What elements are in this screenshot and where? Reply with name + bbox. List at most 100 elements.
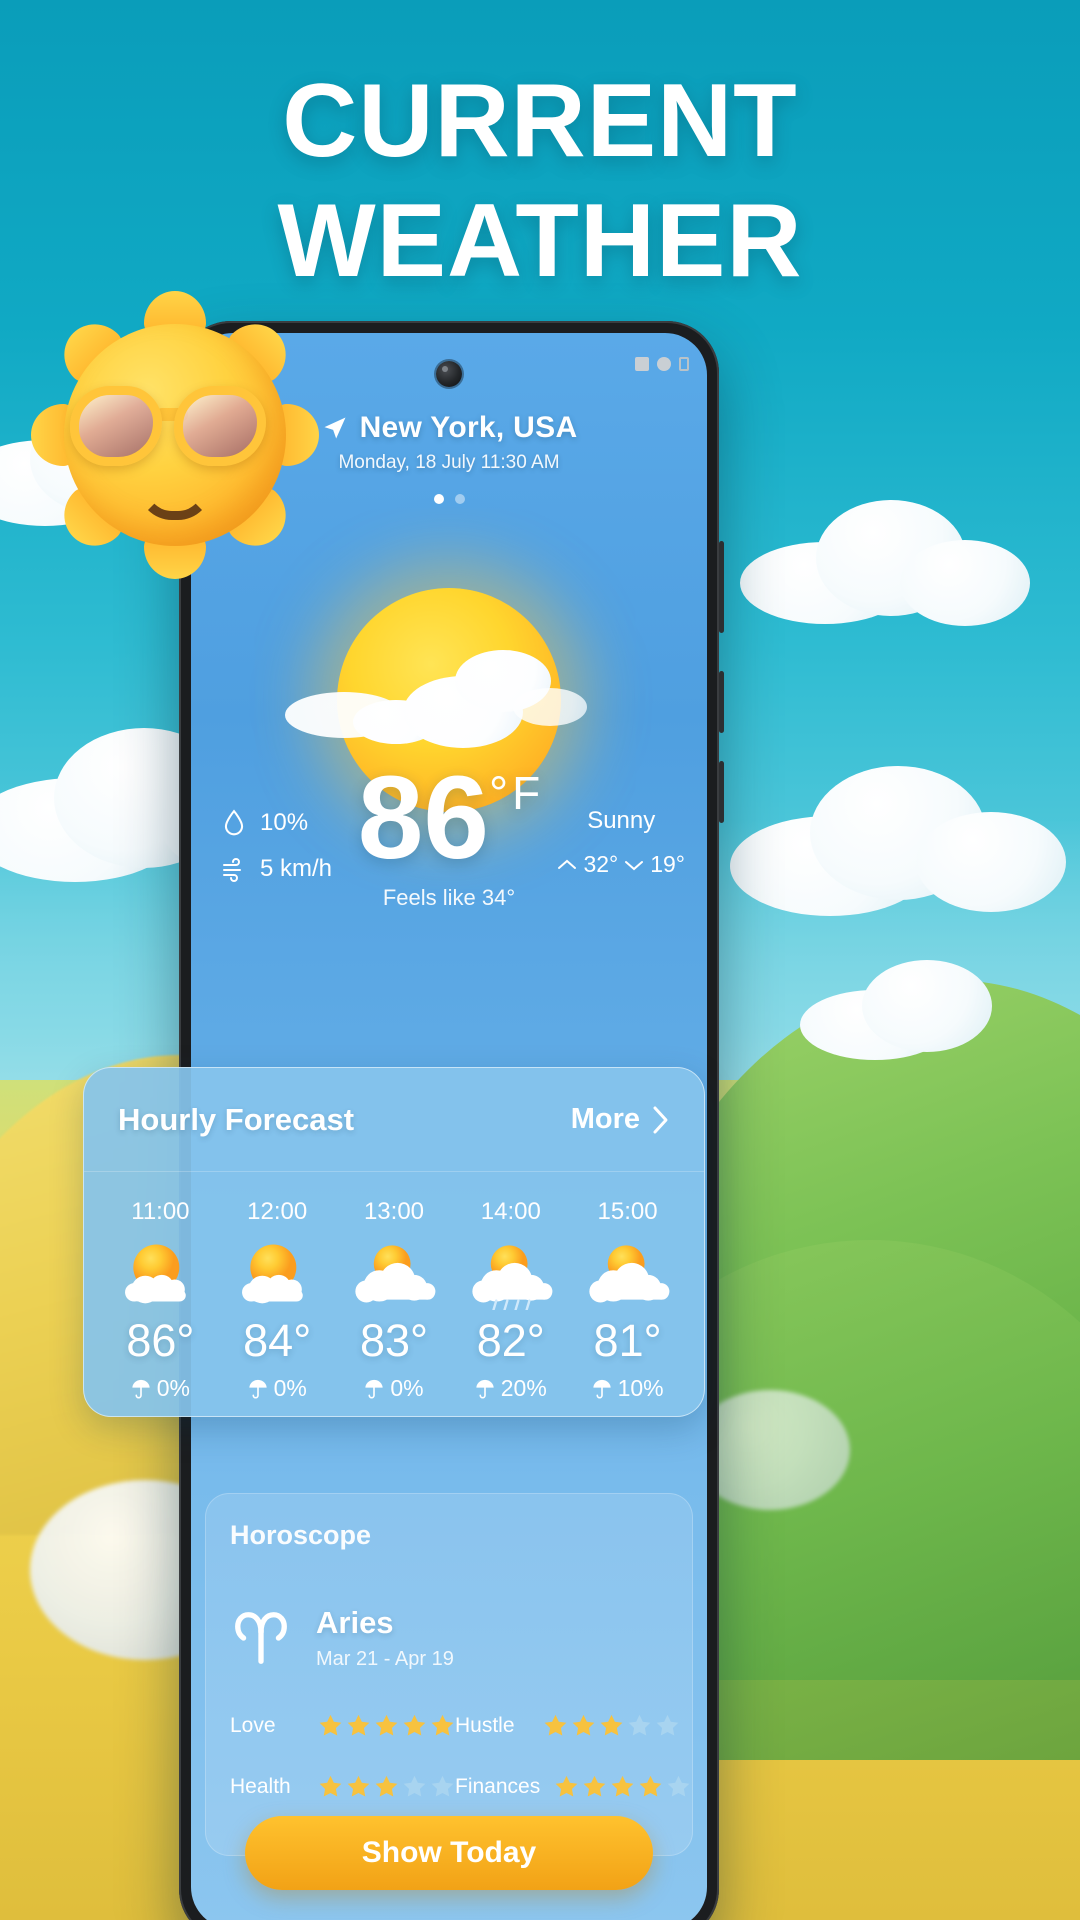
hourly-more-label: More (570, 1103, 640, 1135)
hourly-weather-icon (336, 1236, 453, 1314)
hourly-temperature: 84° (243, 1315, 312, 1366)
hourly-precipitation-value: 0% (390, 1375, 424, 1401)
chevron-right-icon (653, 1106, 668, 1133)
headline-line-1: CURRENT (282, 63, 798, 179)
star-icon (611, 1775, 634, 1797)
phone-button-secondary[interactable] (719, 671, 724, 733)
star-icon (544, 1714, 567, 1736)
hourly-precipitation: 0% (102, 1375, 219, 1402)
trait-label: Love (230, 1713, 276, 1737)
hourly-forecast-card: Hourly Forecast More 11:00 86° 0% 12:00 84° 0… (83, 1067, 705, 1417)
hourly-precipitation-value: 0% (273, 1375, 307, 1401)
star-icon (431, 1714, 454, 1736)
umbrella-icon (132, 1379, 150, 1399)
trait-love: Love (230, 1713, 455, 1738)
trait-row: Health Finances (230, 1774, 690, 1799)
star-icon (347, 1775, 370, 1797)
trait-hustle: Hustle (455, 1713, 680, 1738)
trait-stars (543, 1713, 680, 1738)
location-name: New York, USA (359, 411, 578, 444)
hourly-weather-icon (569, 1236, 686, 1314)
hourly-forecast-item[interactable]: 11:00 86° 0% (102, 1198, 219, 1402)
horoscope-header: Horoscope (230, 1520, 668, 1551)
hourly-precipitation-value: 0% (156, 1375, 191, 1401)
temperature-value: 86 (357, 752, 489, 884)
sun-behind-small-cloud-icon (242, 1244, 303, 1304)
star-icon (600, 1714, 623, 1736)
degree-symbol: ° (488, 768, 509, 821)
humidity-droplet-icon (224, 809, 244, 836)
umbrella-icon (248, 1379, 267, 1399)
temperature-unit: F (512, 767, 541, 819)
star-icon (572, 1714, 595, 1736)
trait-label: Finances (455, 1774, 541, 1798)
hourly-weather-icon (102, 1236, 219, 1314)
star-icon (628, 1714, 651, 1736)
low-temp: 19° (650, 851, 685, 877)
horoscope-card: Horoscope Aries Mar 21 - Apr 19 Love Hus… (205, 1493, 693, 1890)
sun-behind-rain-cloud-icon (472, 1245, 553, 1311)
hourly-forecast-item[interactable]: 14:00 82° 20% (452, 1198, 569, 1402)
hourly-forecast-header: Hourly Forecast More (84, 1068, 704, 1172)
star-icon (347, 1714, 370, 1736)
star-icon (555, 1775, 578, 1797)
horoscope-title: Horoscope (230, 1520, 372, 1550)
metric-wind-value: 5 km/h (260, 855, 333, 882)
star-icon (639, 1775, 662, 1797)
phone-power-button[interactable] (719, 761, 724, 823)
hourly-time: 11:00 (131, 1198, 190, 1225)
battery-icon (679, 357, 689, 371)
star-icon (319, 1714, 342, 1736)
trait-label: Health (230, 1774, 291, 1798)
sun-mascot-illustration (30, 290, 320, 580)
star-icon (375, 1714, 398, 1736)
trait-stars (554, 1774, 691, 1799)
star-icon (656, 1714, 679, 1736)
page-dot-1[interactable] (433, 494, 444, 504)
star-icon (319, 1775, 342, 1797)
trait-health: Health (230, 1774, 455, 1799)
square-indicator-icon (635, 357, 649, 371)
hourly-precipitation: 0% (336, 1375, 453, 1402)
metric-wind: 5 km/h (221, 855, 332, 883)
hourly-forecast-item[interactable]: 13:00 83° 0% (336, 1198, 453, 1402)
hourly-time: 13:00 (363, 1198, 425, 1225)
promo-headline: CURRENT WEATHER (0, 62, 1080, 301)
trait-label: Hustle (455, 1713, 515, 1737)
sun-behind-small-cloud-icon (125, 1244, 187, 1304)
page-dot-2[interactable] (454, 494, 465, 504)
show-today-button[interactable]: Show Today (245, 1816, 653, 1890)
chevron-up-icon (558, 859, 577, 869)
hourly-forecast-title: Hourly Forecast (118, 1101, 355, 1137)
umbrella-icon (476, 1379, 494, 1399)
star-icon (667, 1775, 690, 1797)
trait-stars (318, 1774, 455, 1799)
hourly-temperature: 86° (126, 1315, 195, 1366)
hourly-time: 12:00 (247, 1198, 308, 1225)
hourly-time: 15:00 (597, 1198, 658, 1225)
navigation-arrow-icon (324, 417, 346, 439)
hourly-forecast-item[interactable]: 12:00 84° 0% (219, 1198, 336, 1402)
hourly-forecast-item[interactable]: 15:00 81° 10% (569, 1198, 686, 1402)
metrics-list: 10% 5 km/h (221, 809, 332, 901)
hourly-weather-icon (452, 1236, 569, 1314)
zodiac-sign-name: Aries (316, 1605, 394, 1640)
trait-stars (318, 1713, 455, 1738)
umbrella-icon (592, 1379, 611, 1399)
headline-line-2: WEATHER (277, 182, 803, 299)
hourly-forecast-columns: 11:00 86° 0% 12:00 84° 0% 13:00 83° 0% 14:00 82° 20… (84, 1172, 704, 1416)
hourly-precipitation: 20% (452, 1375, 569, 1402)
front-camera-icon (436, 361, 462, 387)
wind-icon (223, 858, 241, 882)
star-icon (431, 1775, 454, 1797)
hourly-more-button[interactable]: More (571, 1103, 670, 1136)
metric-humidity-value: 10% (260, 809, 309, 836)
hourly-time: 14:00 (480, 1198, 541, 1225)
metric-humidity: 10% (221, 809, 332, 837)
circle-indicator-icon (657, 357, 671, 371)
hourly-precipitation: 10% (569, 1375, 686, 1402)
hourly-precipitation-value: 20% (500, 1375, 547, 1401)
umbrella-icon (365, 1379, 383, 1399)
horoscope-traits: Love Hustle Health Finances (230, 1713, 690, 1799)
phone-volume-button[interactable] (719, 541, 724, 633)
